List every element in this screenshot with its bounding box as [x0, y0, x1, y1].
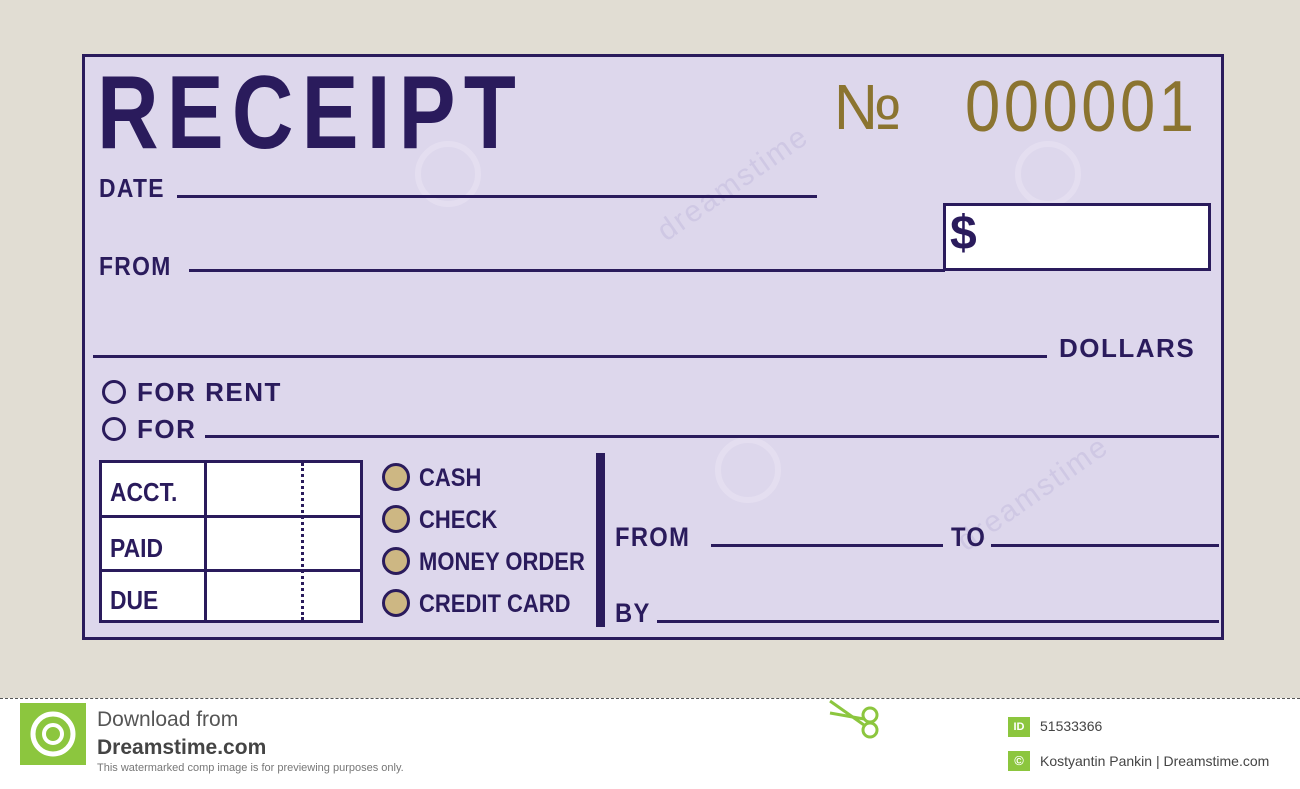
by-label: BY: [615, 598, 651, 628]
receipt-number-symbol: №: [833, 71, 902, 143]
receipt-form: dreamstime dreamstime RECEIPT № 000001 D…: [82, 54, 1224, 640]
table-row-label-acct: ACCT.: [110, 477, 178, 507]
image-id: 51533366: [1040, 718, 1103, 734]
receipt-number: 000001: [965, 67, 1198, 147]
for-label: FOR: [137, 414, 197, 444]
period-from-label: FROM: [615, 522, 691, 552]
dollars-label: DOLLARS: [1059, 333, 1196, 363]
dollar-sign-icon: $: [950, 207, 977, 260]
period-to-label: TO: [951, 522, 987, 552]
by-line[interactable]: [657, 620, 1219, 623]
date-label: DATE: [99, 173, 165, 203]
period-to-line[interactable]: [991, 544, 1219, 547]
check-checkbox[interactable]: [382, 505, 410, 533]
period-from-line[interactable]: [711, 544, 943, 547]
disclaimer-text: This watermarked comp image is for previ…: [97, 762, 404, 774]
section-divider: [596, 453, 605, 627]
account-table: ACCT. PAID DUE: [99, 460, 363, 623]
money-order-checkbox[interactable]: [382, 547, 410, 575]
table-dotted-divider: [301, 463, 304, 620]
copyright-badge-icon: ©: [1008, 751, 1030, 771]
for-radio[interactable]: [102, 417, 126, 441]
dreamstime-logo-icon: [20, 703, 86, 765]
cash-checkbox[interactable]: [382, 463, 410, 491]
watermark-logo-icon: [715, 437, 781, 503]
for-rent-radio[interactable]: [102, 380, 126, 404]
amount-words-line[interactable]: [93, 355, 1047, 358]
acct-amount-cell[interactable]: [208, 463, 298, 515]
download-line2[interactable]: Dreamstime.com: [97, 737, 266, 758]
watermark-text: dreamstime: [651, 119, 815, 248]
stock-footer: Download from Dreamstime.com This waterm…: [0, 698, 1300, 789]
cash-label: CASH: [419, 464, 482, 492]
for-rent-label: FOR RENT: [137, 377, 282, 407]
scissors-icon: [826, 699, 888, 744]
table-row-label-paid: PAID: [110, 533, 163, 563]
money-order-label: MONEY ORDER: [419, 548, 585, 576]
id-badge-icon: ID: [1008, 717, 1030, 737]
credit-card-checkbox[interactable]: [382, 589, 410, 617]
for-line[interactable]: [205, 435, 1219, 438]
from-label: FROM: [99, 251, 172, 281]
due-amount-cell[interactable]: [208, 572, 298, 623]
amount-box[interactable]: $: [943, 203, 1211, 271]
table-column-divider: [204, 463, 207, 620]
download-line1: Download from: [97, 708, 239, 731]
watermark-logo-icon: [1015, 141, 1081, 207]
check-label: CHECK: [419, 506, 498, 534]
date-line[interactable]: [177, 195, 817, 198]
from-line[interactable]: [189, 269, 945, 272]
author-credit: Kostyantin Pankin | Dreamstime.com: [1040, 753, 1270, 769]
table-row-label-due: DUE: [110, 585, 159, 615]
receipt-title: RECEIPT: [97, 55, 525, 171]
credit-card-label: CREDIT CARD: [419, 590, 571, 618]
paid-amount-cell[interactable]: [208, 518, 298, 569]
